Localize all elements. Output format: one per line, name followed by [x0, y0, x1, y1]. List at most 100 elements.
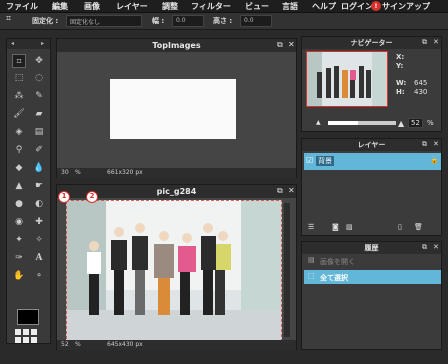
history-item[interactable]: ▤ 画像を開く: [304, 254, 441, 268]
close-icon[interactable]: ✕: [433, 243, 439, 251]
type-tool-icon[interactable]: A: [32, 251, 46, 265]
new-layer-icon[interactable]: ▯: [398, 223, 402, 231]
navigator-panel: ナビゲーター ⧉ ✕ X: Y: W: 645 H: 430 ▲ ▲ 52 %: [301, 36, 442, 132]
image-size: 661x320 px: [107, 169, 143, 176]
zoom-in-icon[interactable]: ▲: [398, 119, 404, 128]
menu-adjust[interactable]: 調整: [162, 1, 178, 12]
layer-settings-icon[interactable]: ☰: [308, 223, 314, 231]
zoom-value[interactable]: 52: [61, 340, 69, 350]
crop-tool-icon[interactable]: ⌗: [12, 54, 26, 68]
maximize-icon[interactable]: ⧉: [277, 40, 283, 50]
width-input[interactable]: 0.0: [172, 15, 204, 27]
brush-tool-icon[interactable]: 🖌: [12, 107, 26, 121]
w-label: W:: [396, 79, 407, 87]
layer-row[interactable]: ☑ 背景 🔒: [304, 153, 441, 170]
topimages-title: TopImages: [57, 39, 296, 52]
menu-filter[interactable]: フィルター: [191, 1, 231, 12]
document-icon: ▤: [308, 256, 315, 264]
magic-wand-icon[interactable]: ⁂: [12, 89, 26, 103]
navigator-thumbnail[interactable]: [306, 51, 388, 107]
sharpen-tool-icon[interactable]: ▲: [12, 179, 26, 193]
history-item-selected[interactable]: ⬚ 全て選択: [304, 270, 441, 284]
menu-language[interactable]: 言語: [282, 1, 298, 12]
close-icon[interactable]: ✕: [288, 186, 295, 195]
gradient-tool-icon[interactable]: ▤: [32, 125, 46, 139]
layers-panel: レイヤー ⧉ ✕ ☑ 背景 🔒 ☰ ◙ ▨ ▯ 🗑: [301, 138, 442, 236]
lasso-tool-icon[interactable]: ◌: [32, 71, 46, 85]
height-input[interactable]: 0.0: [240, 15, 272, 27]
crop-tool-icon: ⌗: [6, 14, 12, 24]
zoom-tool-icon[interactable]: ⚬: [32, 269, 46, 283]
eraser-tool-icon[interactable]: ▰: [32, 107, 46, 121]
smudge-tool-icon[interactable]: ☛: [32, 179, 46, 193]
vertical-scrollbar[interactable]: [284, 203, 290, 337]
marker-1: 1: [58, 191, 70, 203]
red-eye-tool-icon[interactable]: ◉: [12, 215, 26, 229]
photo-canvas[interactable]: [65, 199, 283, 342]
menu-signup[interactable]: サインアップ: [382, 1, 430, 12]
maximize-icon[interactable]: ⧉: [277, 186, 283, 196]
marquee-tool-icon[interactable]: ⬚: [12, 71, 26, 85]
history-item-label: 画像を開く: [320, 258, 355, 266]
maximize-icon[interactable]: ⧉: [422, 38, 427, 47]
bloat-tool-icon[interactable]: ✦: [12, 233, 26, 247]
marker-2: 2: [86, 191, 98, 203]
tools-panel: ◂ ▸ ⌗ ✥ ⬚ ◌ ⁂ ✎ 🖌 ▰ ◈ ▤ ⚲ ✐ ◆ 💧 ▲ ☛ ● ◐ …: [6, 38, 51, 344]
history-item-label: 全て選択: [320, 274, 348, 282]
navigator-zoom-value[interactable]: 52: [408, 118, 423, 128]
pinch-tool-icon[interactable]: ✧: [32, 233, 46, 247]
width-label: 幅 :: [152, 17, 165, 25]
pencil-tool-icon[interactable]: ✎: [32, 89, 46, 103]
fixed-label: 固定化 :: [32, 17, 59, 25]
zoom-out-icon[interactable]: ▲: [316, 119, 321, 126]
x-label: X:: [396, 53, 405, 61]
menu-edit[interactable]: 編集: [52, 1, 68, 12]
fill-tool-icon[interactable]: ◈: [12, 125, 26, 139]
topimages-canvas[interactable]: [110, 79, 236, 139]
zoom-unit: %: [75, 341, 81, 348]
foreground-color-swatch[interactable]: [17, 309, 39, 325]
close-icon[interactable]: ✕: [288, 40, 295, 49]
layers-title: レイヤー: [302, 139, 441, 151]
zoom-unit: %: [75, 169, 81, 176]
dodge-tool-icon[interactable]: ◐: [32, 197, 46, 211]
zoom-value[interactable]: 30: [61, 168, 69, 178]
layer-style-icon[interactable]: ▨: [346, 223, 353, 231]
chevron-right-icon[interactable]: ▸: [41, 40, 44, 47]
layer-visibility-icon[interactable]: ☑: [306, 156, 313, 165]
pic-window: pic_g284 ⧉ ✕ 52 % 645x430 px: [56, 184, 297, 350]
zoom-slider[interactable]: [328, 121, 396, 125]
notification-badge: !: [371, 1, 381, 11]
stamp-tool-icon[interactable]: ⚲: [12, 143, 26, 157]
move-tool-icon[interactable]: ✥: [32, 54, 46, 68]
spot-heal-tool-icon[interactable]: ✚: [32, 215, 46, 229]
menu-layer[interactable]: レイヤー: [116, 1, 148, 12]
close-icon[interactable]: ✕: [433, 140, 439, 148]
layer-mask-icon[interactable]: ◙: [332, 223, 339, 231]
history-title: 履歴: [302, 242, 441, 254]
blur-tool-icon[interactable]: 💧: [32, 161, 46, 175]
close-icon[interactable]: ✕: [433, 38, 439, 46]
topimages-status-bar: 30 % 661x320 px: [57, 168, 296, 178]
maximize-icon[interactable]: ⧉: [422, 243, 427, 252]
h-value: 430: [414, 88, 428, 96]
h-label: H:: [396, 88, 405, 96]
menu-file[interactable]: ファイル: [6, 1, 38, 12]
layer-name[interactable]: 背景: [316, 156, 334, 166]
trash-icon[interactable]: 🗑: [414, 223, 423, 231]
color-replace-icon[interactable]: ✐: [32, 143, 46, 157]
menu-help[interactable]: ヘルプ: [312, 1, 336, 12]
chevron-left-icon[interactable]: ◂: [11, 40, 14, 47]
history-panel: 履歴 ⧉ ✕ ▤ 画像を開く ⬚ 全て選択: [301, 241, 442, 350]
sponge-tool-icon[interactable]: ●: [12, 197, 26, 211]
hand-tool-icon[interactable]: ✋: [12, 269, 26, 283]
menu-image[interactable]: 画像: [84, 1, 100, 12]
constraint-select[interactable]: 固定化なし: [66, 15, 142, 27]
maximize-icon[interactable]: ⧉: [422, 140, 427, 149]
w-value: 645: [414, 79, 428, 87]
drawing-tool-icon[interactable]: ◆: [12, 161, 26, 175]
select-all-icon: ⬚: [308, 272, 315, 280]
color-picker-icon[interactable]: ✑: [12, 251, 26, 265]
menu-login[interactable]: ログイン: [341, 1, 373, 12]
menu-view[interactable]: ビュー: [245, 1, 269, 12]
